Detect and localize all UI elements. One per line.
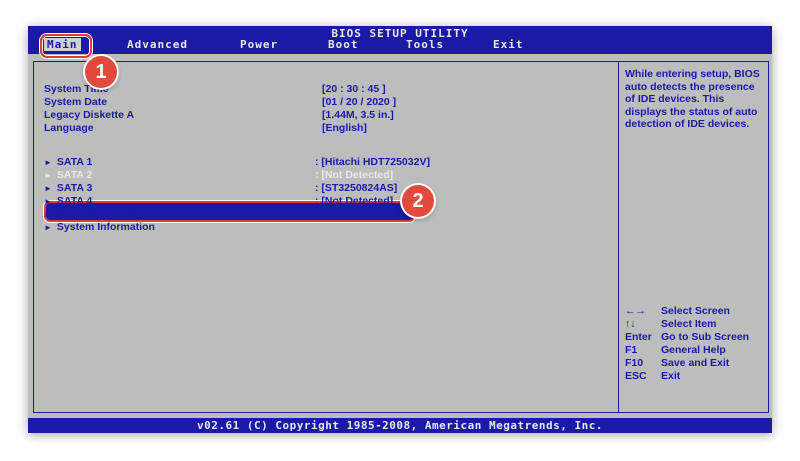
key-enter: Enter (625, 331, 652, 343)
sata4-label: SATA 4 (56, 195, 93, 207)
key-esc: ESC (625, 370, 647, 382)
language-label[interactable]: Language (44, 122, 94, 134)
tab-advanced[interactable]: Advanced (127, 38, 188, 51)
sata-configuration-item[interactable]: ► SATA Configuration (44, 208, 155, 220)
bios-screen: BIOS SETUP UTILITY Main Advanced Power B… (28, 26, 772, 433)
sata2-label: SATA 2 (56, 169, 93, 181)
sata3-item[interactable]: ► SATA 3 (44, 182, 92, 194)
sata3-value: : [ST3250824AS] (315, 182, 398, 194)
step-marker-1: 1 (85, 56, 117, 88)
submenu-arrow-icon: ► (44, 158, 52, 167)
key-f10: F10 (625, 357, 644, 369)
sata1-item[interactable]: ► SATA 1 (44, 156, 92, 168)
sata1-label: SATA 1 (56, 156, 93, 168)
system-time-value[interactable]: [20 : 30 : 45 ] (322, 83, 386, 95)
key-f1: F1 (625, 344, 638, 356)
sata2-value: : [Not Detected] (315, 169, 394, 181)
key-f10-desc: Save and Exit (661, 357, 730, 369)
main-panel: System Time [20 : 30 : 45 ] System Date … (33, 61, 619, 413)
sata2-item[interactable]: ► SATA 2 (44, 169, 92, 181)
sata1-value: : [Hitachi HDT725032V] (315, 156, 430, 168)
key-enter-desc: Go to Sub Screen (661, 331, 750, 343)
sata4-value: : [Not Detected] (315, 195, 394, 207)
key-select-screen: ←→ (625, 305, 646, 317)
sata-configuration-label: SATA Configuration (56, 208, 156, 220)
help-panel: While entering setup, BIOS auto detects … (618, 61, 769, 413)
tab-tools[interactable]: Tools (406, 38, 444, 51)
legacy-diskette-label[interactable]: Legacy Diskette A (44, 109, 134, 121)
system-information-label: System Information (56, 221, 155, 233)
submenu-arrow-icon: ► (44, 171, 52, 180)
key-select-item-desc: Select Item (661, 318, 717, 330)
footer-bar: v02.61 (C) Copyright 1985-2008, American… (28, 418, 772, 433)
tab-exit[interactable]: Exit (493, 38, 524, 51)
submenu-arrow-icon: ► (44, 223, 52, 232)
step-marker-2: 2 (402, 185, 434, 217)
key-select-item: ↑↓ (625, 318, 636, 330)
tab-power[interactable]: Power (240, 38, 278, 51)
key-f1-desc: General Help (661, 344, 726, 356)
submenu-arrow-icon: ► (44, 210, 52, 219)
submenu-arrow-icon: ► (44, 184, 52, 193)
key-select-screen-desc: Select Screen (661, 305, 730, 317)
tab-main-callout-ring (40, 34, 92, 58)
legacy-diskette-value[interactable]: [1.44M, 3.5 in.] (322, 109, 394, 121)
system-information-item[interactable]: ► System Information (44, 221, 155, 233)
language-value[interactable]: [English] (322, 122, 367, 134)
key-esc-desc: Exit (661, 370, 681, 382)
copyright-text: v02.61 (C) Copyright 1985-2008, American… (197, 419, 603, 432)
title-bar: BIOS SETUP UTILITY Main Advanced Power B… (28, 26, 772, 54)
help-description: While entering setup, BIOS auto detects … (625, 68, 760, 130)
system-date-label[interactable]: System Date (44, 96, 107, 108)
sata4-item[interactable]: ► SATA 4 (44, 195, 92, 207)
sata3-label: SATA 3 (56, 182, 93, 194)
system-date-value[interactable]: [01 / 20 / 2020 ] (322, 96, 396, 108)
submenu-arrow-icon: ► (44, 197, 52, 206)
tab-boot[interactable]: Boot (328, 38, 359, 51)
